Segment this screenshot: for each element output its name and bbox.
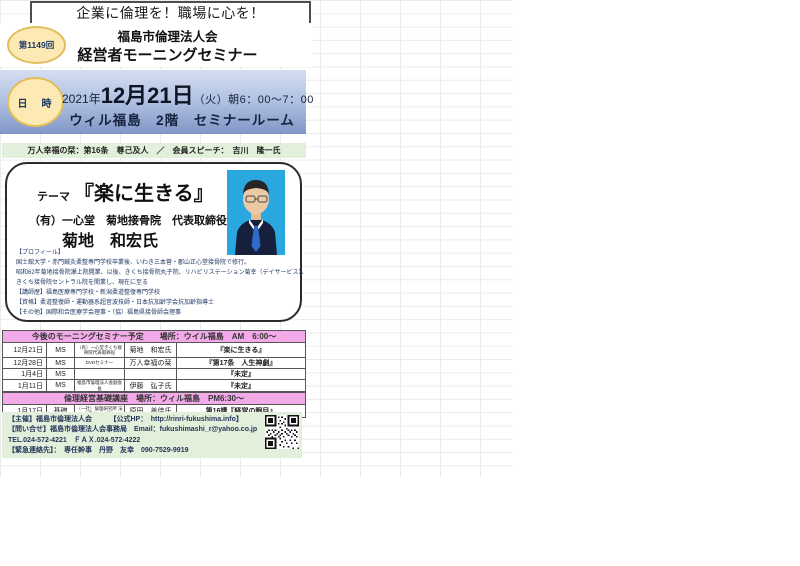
slogan-text: 企業に倫理を！職場に心を！: [76, 3, 265, 23]
date-cell: 1月4日: [3, 369, 47, 379]
name-cell: 菊地 和宏氏: [125, 343, 177, 357]
theme-line: テーマ『楽に生きる』: [37, 177, 214, 206]
notice-bar: 万人幸福の栞：第16条 尊己及人 ／ 会員スピーチ： 吉川 隆一氏: [2, 143, 306, 158]
footer-line-emergency: 【緊急連絡先】： 専任幹事 丹野 友幸 090-7529-9919: [8, 446, 302, 456]
schedule-row: 1月11日 MS 福島市倫理法人会副会長 伊藤 弘子氏 『未定』: [2, 380, 306, 392]
type-cell: MS: [47, 369, 75, 379]
name-cell: 万人幸福の栞: [125, 358, 177, 368]
date-cell: 1月11日: [3, 380, 47, 391]
theme-cell: 『楽に生きる』: [177, 343, 305, 357]
schedule-row: 1月4日 MS 『未定』: [2, 369, 306, 380]
role-cell: 福島市倫理法人会副会長: [75, 380, 125, 391]
type-cell: MS: [47, 358, 75, 368]
role-cell: DVDセミナー: [75, 358, 125, 368]
speaker-photo: [227, 170, 285, 255]
datetime-section: 日 時 2021年12月21日（火）朝6：00～7：00 ウィル福島 2階 セミ…: [0, 70, 306, 134]
datetime-badge-label: 日 時: [18, 95, 54, 110]
date-time-range: （火）朝6：00～7：00: [194, 94, 314, 106]
schedule-table: 今後のモーニングセミナー予定 場所：ウイル福島 AM 6:00～ 12月21日 …: [2, 330, 306, 418]
speaker-card: テーマ『楽に生きる』 （有）一心堂 菊地接骨院 代表取締役 菊地 和宏氏 【プロ…: [5, 162, 302, 322]
notice-text: 万人幸福の栞：第16条 尊己及人 ／ 会員スピーチ： 吉川 隆一氏: [28, 145, 281, 156]
slogan-banner: 企業に倫理を！職場に心を！: [30, 1, 311, 25]
header-section: 第1149回 福島市倫理法人会 経営者モーニングセミナー: [0, 23, 312, 67]
theme-cell: 『未定』: [177, 369, 305, 379]
name-cell: [125, 369, 177, 379]
profile-line: 【その他】国際和合医療学会理事・（協）福島県接骨師会理事: [16, 308, 308, 318]
role-cell: （有）一心堂きくち接骨院代表取締役: [75, 343, 125, 357]
venue-line: ウィル福島 2階 セミナールーム: [62, 109, 302, 129]
theme-label: テーマ: [37, 191, 70, 203]
footer-line-tel-fax: TEL.024-572-4221 ＦＡＸ.024-572-4222: [8, 436, 302, 446]
schedule-header-bar: 今後のモーニングセミナー予定 場所：ウイル福島 AM 6:00～: [2, 330, 306, 343]
name-cell: 伊藤 弘子氏: [125, 380, 177, 391]
qr-code: [265, 415, 299, 449]
footer-line-organizer: 【主催】福島市倫理法人会 【公式HP： http://rinri-fukushi…: [8, 415, 302, 425]
type-cell: MS: [47, 380, 75, 391]
flyer-page: 企業に倫理を！職場に心を！ 第1149回 福島市倫理法人会 経営者モーニングセミ…: [0, 0, 800, 566]
theme-title: 『楽に生きる』: [74, 183, 214, 205]
schedule-row: 12月21日 MS （有）一心堂きくち接骨院代表取締役 菊地 和宏氏 『楽に生き…: [2, 343, 306, 358]
profile-section: 【プロフィール】 国士舘大学・赤門鍼灸柔整専門学校卒業後、いわき三本菅・郡山正心…: [16, 248, 308, 318]
date-cell: 12月21日: [3, 343, 47, 357]
profile-line: 昭和62年菊地接骨院瀬上院開業、以後、きくち接骨院丸子院、リハビリステーション菊…: [16, 268, 308, 278]
date-year: 2021年: [62, 92, 101, 106]
footer-line-contact: 【問い合せ】福島市倫理法人会事務局 Email：fukushimashi_r@y…: [8, 425, 302, 435]
footer-section: 【主催】福島市倫理法人会 【公式HP： http://rinri-fukushi…: [2, 412, 302, 458]
date-line: 2021年12月21日（火）朝6：00～7：00: [62, 78, 304, 110]
profile-line: 【講師歴】福島医療専門学校・新潟柔道整復専門学校: [16, 288, 308, 298]
basic-course-header-bar: 倫理経営基礎講座 場所：ウィル福島 PM6:30～: [2, 392, 306, 405]
date-cell: 12月28日: [3, 358, 47, 368]
profile-line: きくち接骨院セントラル院を開業し、現在に至る: [16, 278, 308, 288]
schedule-row: 12月28日 MS DVDセミナー 万人幸福の栞 『第17条 人生神劇』: [2, 358, 306, 369]
org-name: 福島市倫理法人会: [40, 26, 295, 45]
theme-cell: 『第17条 人生神劇』: [177, 358, 305, 368]
theme-cell: 『未定』: [177, 380, 305, 391]
profile-heading: 【プロフィール】: [16, 248, 308, 258]
role-cell: [75, 369, 125, 379]
date-main: 12月21日: [101, 83, 194, 108]
speaker-title-line: （有）一心堂 菊地接骨院 代表取締役: [29, 212, 227, 228]
profile-line: 国士舘大学・赤門鍼灸柔整専門学校卒業後、いわき三本菅・郡山正心堂接骨院で修行。: [16, 258, 308, 268]
type-cell: MS: [47, 343, 75, 357]
profile-line: 【資格】柔道整復師・運動器系超音波技師・日本抗加齢学会抗加齢指導士: [16, 298, 308, 308]
seminar-title: 経営者モーニングセミナー: [30, 44, 305, 65]
datetime-badge: 日 時: [7, 77, 64, 127]
